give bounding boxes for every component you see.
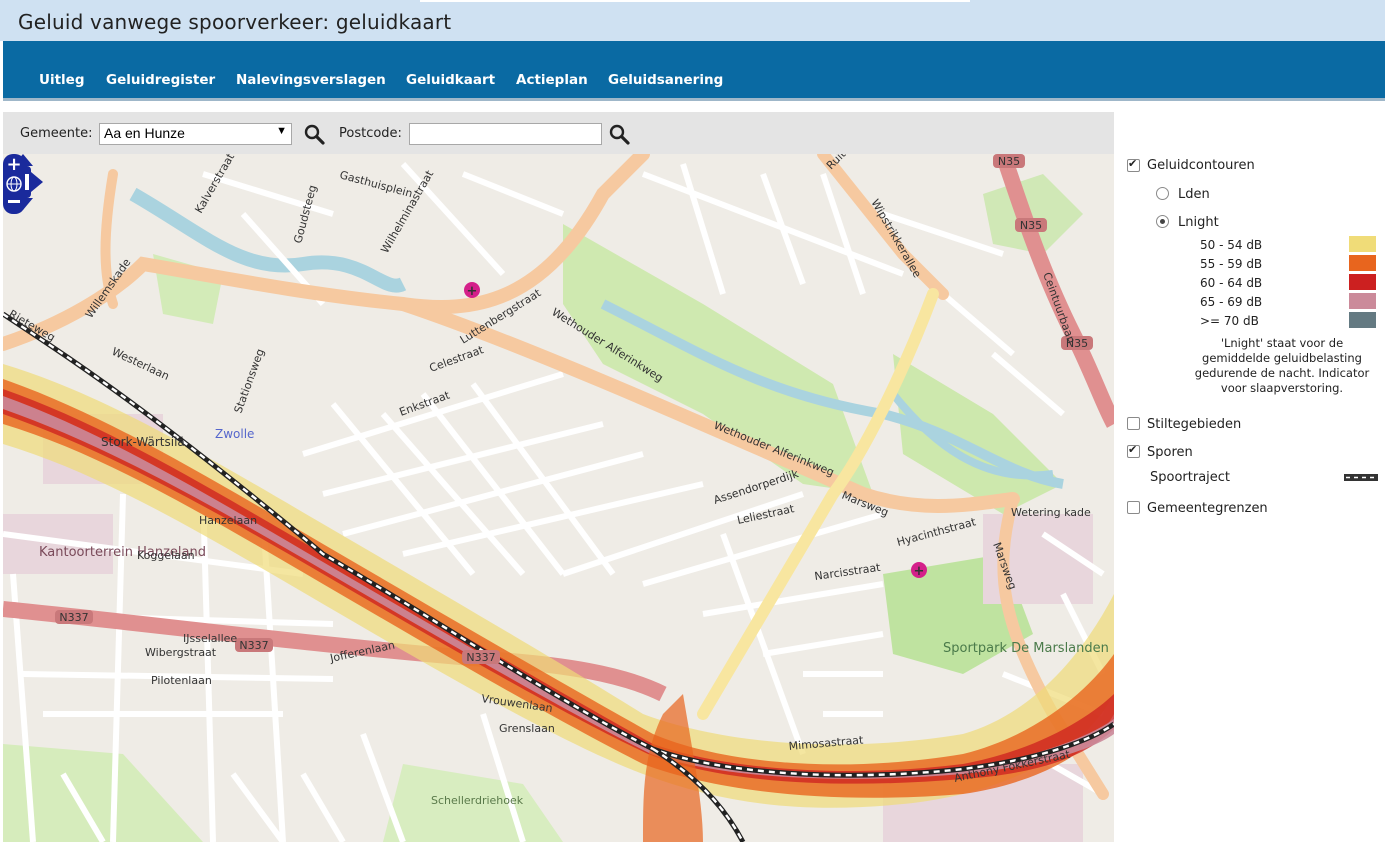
legend-label: 60 - 64 dB [1200, 276, 1263, 290]
label-wibergstraat: Wibergstraat [145, 646, 217, 659]
gemeente-label: Gemeente: [20, 126, 93, 141]
nav-item-actieplan[interactable]: Actieplan [516, 72, 588, 88]
stiltegebieden-label: Stiltegebieden [1147, 417, 1242, 432]
legend-row-55: 55 - 59 dB [1200, 255, 1376, 273]
spoortraject-legend-icon [1344, 474, 1378, 481]
layers-panel: Geluidcontouren Lden Lnight 50 - 54 dB 5… [1114, 112, 1385, 842]
label-sportpark: Sportpark De Marslanden [943, 641, 1109, 656]
label-hanzelaan: Hanzelaan [199, 514, 257, 527]
sporen-label: Sporen [1147, 445, 1193, 460]
nav-item-nalevingsverslagen[interactable]: Nalevingsverslagen [236, 72, 386, 88]
legend-label: 55 - 59 dB [1200, 257, 1263, 271]
zoom-in-icon[interactable]: + [6, 154, 21, 175]
gemeentegrenzen-checkbox[interactable] [1127, 501, 1140, 514]
svg-text:+: + [914, 564, 925, 579]
geluidcontouren-checkbox[interactable] [1127, 157, 1140, 172]
label-wetering-kade: Wetering kade [1011, 506, 1091, 519]
shield-n35-a: N35 [998, 155, 1020, 168]
legend-label: >= 70 dB [1200, 314, 1259, 328]
postcode-input[interactable] [409, 123, 602, 145]
label-grenslaan: Grenslaan [499, 722, 555, 735]
map-canvas[interactable]: N35 N35 N35 N337 N337 N337 + + Ceintuurb… [3, 154, 1114, 842]
lnight-explanation: 'Lnight' staat voor de gemiddelde geluid… [1194, 336, 1370, 395]
lnight-radio[interactable] [1156, 215, 1169, 228]
search-postcode-button[interactable] [609, 124, 631, 146]
geluidcontouren-label: Geluidcontouren [1147, 158, 1255, 173]
gemeentegrenzen-label: Gemeentegrenzen [1147, 501, 1268, 516]
label-ijsselallee: IJsselallee [183, 632, 237, 645]
legend-swatch [1349, 236, 1376, 252]
legend-label: 65 - 69 dB [1200, 295, 1263, 309]
lden-label: Lden [1178, 187, 1210, 202]
header-top-line [420, 0, 970, 2]
spoortraject-label: Spoortraject [1150, 470, 1231, 485]
zoom-out-icon[interactable] [8, 200, 20, 203]
legend-row-70: >= 70 dB [1200, 312, 1376, 330]
page-title: Geluid vanwege spoorverkeer: geluidkaart [18, 10, 452, 34]
legend-swatch [1349, 312, 1376, 328]
search-gemeente-button[interactable] [304, 124, 326, 146]
legend-row-50: 50 - 54 dB [1200, 236, 1376, 254]
dropdown-arrow-icon: ▼ [276, 125, 287, 137]
lnight-label: Lnight [1178, 215, 1219, 230]
legend-row-65: 65 - 69 dB [1200, 293, 1376, 311]
nav-item-geluidsanering[interactable]: Geluidsanering [608, 72, 723, 88]
postcode-label: Postcode: [339, 126, 402, 141]
nav-item-uitleg[interactable]: Uitleg [39, 72, 85, 88]
nav-shadow [3, 98, 1385, 101]
nav-item-geluidregister[interactable]: Geluidregister [106, 72, 215, 88]
label-stork: Stork-Wärtsilä [101, 435, 185, 449]
label-schellerdriehoek: Schellerdriehoek [431, 794, 524, 807]
noise-map[interactable]: N35 N35 N35 N337 N337 N337 + + Ceintuurb… [3, 154, 1114, 842]
lden-radio[interactable] [1156, 187, 1169, 200]
legend-swatch [1349, 255, 1376, 271]
legend-swatch [1349, 274, 1376, 290]
gemeente-select[interactable]: Aa en Hunze ▼ [99, 123, 292, 145]
label-pilotenlaan: Pilotenlaan [151, 674, 212, 687]
shield-n337-b: N337 [239, 639, 268, 652]
zoom-control[interactable]: + [3, 154, 25, 214]
shield-n337-a: N337 [59, 611, 88, 624]
svg-text:+: + [467, 284, 478, 299]
main-navigation: Uitleg Geluidregister Nalevingsverslagen… [3, 41, 1385, 101]
legend-label: 50 - 54 dB [1200, 238, 1263, 252]
label-zwolle: Zwolle [215, 427, 254, 441]
search-toolbar: Gemeente: Aa en Hunze ▼ Postcode: [3, 112, 1114, 154]
gemeente-select-value: Aa en Hunze [104, 125, 185, 141]
shield-n337-c: N337 [466, 651, 495, 664]
sporen-checkbox[interactable] [1127, 443, 1140, 458]
pan-right-icon[interactable] [31, 172, 43, 192]
legend-swatch [1349, 293, 1376, 309]
nav-item-geluidkaart[interactable]: Geluidkaart [406, 72, 495, 88]
label-koggelaan: Koggelaan [137, 549, 195, 562]
legend-row-60: 60 - 64 dB [1200, 274, 1376, 292]
shield-n35-b: N35 [1020, 219, 1042, 232]
header-bar: Geluid vanwege spoorverkeer: geluidkaart [0, 0, 1385, 41]
stiltegebieden-checkbox[interactable] [1127, 417, 1140, 430]
